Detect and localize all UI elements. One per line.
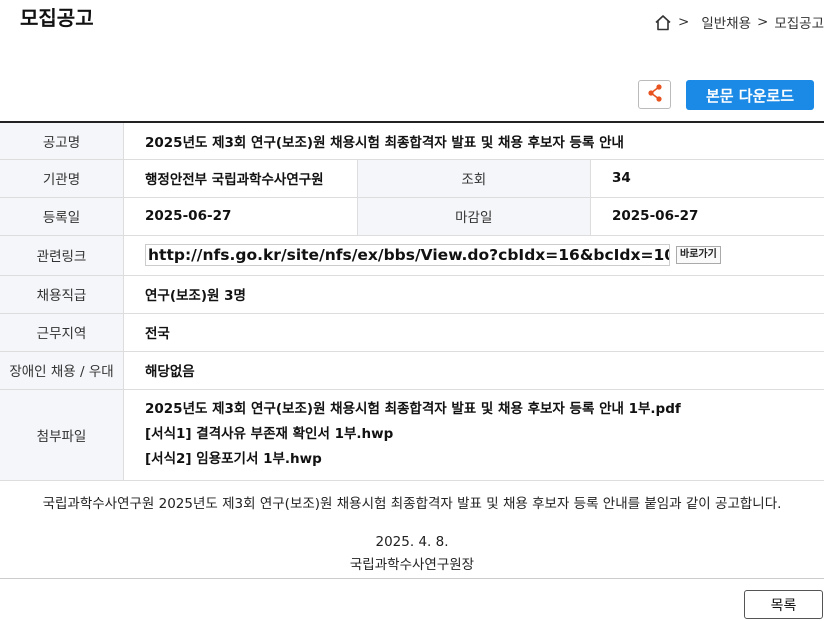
attachments-list: 2025년도 제3회 연구(보조)원 채용시험 최종합격자 발표 및 채용 후보… [123, 389, 824, 481]
home-icon[interactable] [654, 14, 672, 31]
title-label: 공고명 [0, 122, 124, 160]
breadcrumb-item-recruitment[interactable]: 모집공고 [774, 12, 824, 32]
attachments-label: 첨부파일 [0, 389, 124, 481]
page-title: 모집공고 [20, 6, 94, 30]
breadcrumb-item-general-hiring[interactable]: 일반채용 [701, 12, 751, 32]
notice-issuer: 국립과학수사연구원장 [349, 557, 475, 573]
org-label: 기관명 [0, 159, 124, 198]
share-button[interactable] [638, 80, 671, 109]
list-button[interactable]: 목록 [744, 590, 823, 619]
reg-date-value: 2025-06-27 [123, 197, 357, 236]
breadcrumb-separator: > [757, 14, 769, 30]
position-label: 채용직급 [0, 275, 124, 314]
views-label: 조회 [356, 159, 591, 198]
deadline-value: 2025-06-27 [590, 197, 824, 236]
position-value: 연구(보조)원 3명 [123, 275, 824, 314]
notice-date: 2025. 4. 8. [375, 534, 449, 550]
deadline-label: 마감일 [356, 197, 591, 236]
related-link-field[interactable]: http://nfs.go.kr/site/nfs/ex/bbs/View.do… [145, 244, 670, 266]
reg-date-label: 등록일 [0, 197, 124, 236]
title-value: 2025년도 제3회 연구(보조)원 채용시험 최종합격자 발표 및 채용 후보… [123, 122, 824, 160]
attachment-link[interactable]: [서식1] 결격사유 부존재 확인서 1부.hwp [145, 422, 824, 447]
notice-info-table: 공고명 2025년도 제3회 연구(보조)원 채용시험 최종합격자 발표 및 채… [0, 121, 824, 481]
breadcrumb-separator: > [678, 14, 690, 30]
divider [0, 578, 824, 579]
go-link-button[interactable]: 바로가기 [676, 246, 721, 264]
attachment-link[interactable]: 2025년도 제3회 연구(보조)원 채용시험 최종합격자 발표 및 채용 후보… [145, 397, 824, 422]
download-body-button[interactable]: 본문 다운로드 [686, 80, 814, 110]
breadcrumb: > 일반채용 > 모집공고 [654, 12, 824, 32]
region-label: 근무지역 [0, 313, 124, 352]
notice-text: 국립과학수사연구원 2025년도 제3회 연구(보조)원 채용시험 최종합격자 … [42, 496, 782, 512]
link-label: 관련링크 [0, 235, 124, 276]
org-value: 행정안전부 국립과학수사연구원 [123, 159, 357, 198]
views-value: 34 [590, 159, 824, 198]
attachment-link[interactable]: [서식2] 임용포기서 1부.hwp [145, 447, 824, 472]
disabled-hiring-label: 장애인 채용 / 우대 [0, 351, 124, 390]
disabled-hiring-value: 해당없음 [123, 351, 824, 390]
region-value: 전국 [123, 313, 824, 352]
share-icon [646, 83, 664, 107]
